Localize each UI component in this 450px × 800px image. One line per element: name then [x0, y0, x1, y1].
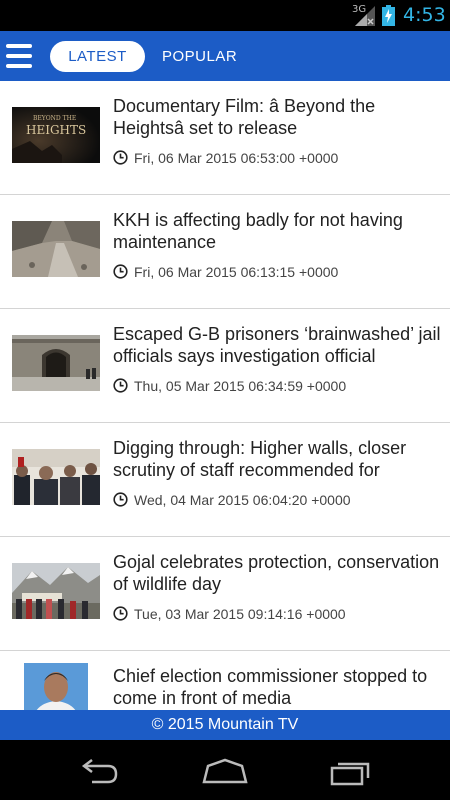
article-date: Wed, 04 Mar 2015 06:04:20 +0000: [134, 492, 351, 508]
home-icon[interactable]: [200, 756, 250, 786]
article-date: Thu, 05 Mar 2015 06:34:59 +0000: [134, 378, 347, 394]
article-thumbnail: [12, 221, 100, 277]
recents-icon[interactable]: [326, 756, 374, 786]
article-title[interactable]: Escaped G-B prisoners ‘brainwashed’ jail…: [113, 323, 443, 367]
article-thumbnail: [12, 563, 100, 619]
article-title[interactable]: Gojal celebrates protection, conservatio…: [113, 551, 443, 595]
article-title[interactable]: Documentary Film: â Beyond the Heightsâ …: [113, 95, 443, 139]
article-date: Tue, 03 Mar 2015 09:14:16 +0000: [134, 606, 346, 622]
clock-icon: [113, 150, 128, 165]
tab-popular[interactable]: POPULAR: [160, 41, 239, 72]
clock-icon: [113, 378, 128, 393]
network-type: 3G: [352, 4, 367, 15]
article-thumbnail: [12, 335, 100, 391]
article-thumbnail: [24, 663, 88, 710]
clock-icon: [113, 264, 128, 279]
list-item[interactable]: BEYOND THE HEIGHTS Documentary Film: â B…: [0, 81, 450, 195]
status-time: 4:53: [403, 4, 446, 26]
clock-icon: [113, 606, 128, 621]
list-item[interactable]: Escaped G-B prisoners ‘brainwashed’ jail…: [0, 309, 450, 423]
article-date: Fri, 06 Mar 2015 06:53:00 +0000: [134, 150, 339, 166]
list-item[interactable]: Gojal celebrates protection, conservatio…: [0, 537, 450, 651]
app-bar: LATEST POPULAR: [0, 31, 450, 81]
navigation-bar: [0, 740, 450, 800]
clock-icon: [113, 492, 128, 507]
hamburger-menu-icon[interactable]: [4, 41, 34, 71]
list-item[interactable]: KKH is affecting badly for not having ma…: [0, 195, 450, 309]
thumb-text: HEIGHTS: [26, 123, 86, 137]
article-title[interactable]: Digging through: Higher walls, closer sc…: [113, 437, 443, 481]
status-bar: 3G 4:53: [0, 0, 450, 31]
back-icon[interactable]: [78, 756, 122, 786]
article-thumbnail: BEYOND THE HEIGHTS: [12, 107, 100, 163]
list-item[interactable]: Chief election commissioner stopped to c…: [0, 651, 450, 710]
article-title[interactable]: KKH is affecting badly for not having ma…: [113, 209, 443, 253]
article-thumbnail: [12, 449, 100, 505]
news-list[interactable]: BEYOND THE HEIGHTS Documentary Film: â B…: [0, 81, 450, 710]
battery-charging-icon: [382, 5, 395, 26]
article-date: Fri, 06 Mar 2015 06:13:15 +0000: [134, 264, 339, 280]
thumb-subtext: BEYOND THE: [33, 115, 76, 122]
footer: © 2015 Mountain TV: [0, 710, 450, 740]
tab-latest[interactable]: LATEST: [50, 41, 145, 72]
article-title[interactable]: Chief election commissioner stopped to c…: [113, 665, 443, 709]
list-item[interactable]: Digging through: Higher walls, closer sc…: [0, 423, 450, 537]
